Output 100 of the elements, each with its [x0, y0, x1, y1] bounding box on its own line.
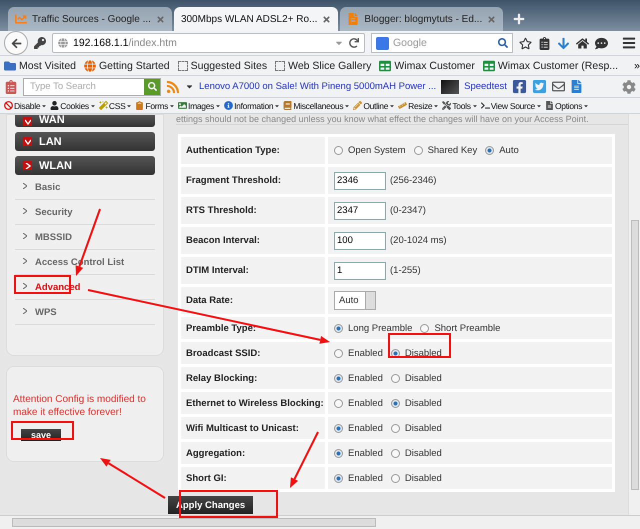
key-icon [34, 37, 46, 49]
clipboard-icon[interactable] [538, 36, 551, 50]
number-field[interactable]: 1 [334, 262, 386, 280]
mail-icon[interactable] [552, 80, 565, 93]
developer-menu[interactable]: View Source [480, 100, 542, 110]
caret-icon [169, 102, 176, 108]
ruler-icon [398, 101, 408, 110]
search-icon[interactable] [498, 38, 508, 48]
close-icon[interactable] [322, 14, 332, 24]
radio-option[interactable]: Enabled [334, 398, 383, 408]
news-ticker-link[interactable]: Lenovo A7000 on Sale! With Pineng 5000mAH Power ... [199, 81, 436, 92]
radio-option[interactable]: Auto [485, 145, 519, 156]
developer-menu[interactable]: Tools [442, 100, 478, 110]
chevron-icon [23, 208, 27, 216]
chevron-icon [23, 258, 27, 266]
vertical-scrollbar[interactable] [628, 114, 640, 515]
developer-menu[interactable]: Disable [4, 100, 48, 110]
setting-label: Wifi Multicast to Unicast: [181, 417, 325, 439]
horizontal-scrollbar[interactable] [0, 515, 640, 529]
submenu-item[interactable]: WPS [15, 300, 155, 325]
download-icon[interactable] [557, 36, 570, 50]
rate-dropdown[interactable]: Auto [334, 291, 376, 310]
close-icon[interactable] [487, 14, 496, 24]
intro-text: ettings should not be changed unless you know what effect the changes will have on your Access Point. [176, 114, 628, 125]
new-tab-icon[interactable] [513, 13, 526, 25]
reload-icon[interactable] [349, 38, 359, 48]
setting-label: Authentication Type: [181, 137, 325, 164]
close-icon[interactable] [156, 14, 165, 24]
menu-icon[interactable] [622, 36, 636, 50]
facebook-icon[interactable] [512, 79, 527, 94]
back-button[interactable] [4, 31, 28, 55]
developer-menu[interactable]: Cookies [50, 100, 96, 110]
address-field[interactable]: 192.168.1.1/index.htm [52, 33, 365, 53]
radio-option[interactable]: Disabled [390, 398, 442, 408]
setting-label: Aggregation: [181, 442, 325, 464]
browser-tab[interactable]: Blogger: blogmytuts - Ed... [340, 7, 504, 31]
twitter-icon[interactable] [532, 79, 547, 94]
bookmark-link[interactable]: Web Slice Gallery [275, 60, 372, 72]
radio-option[interactable]: Disabled [390, 448, 442, 458]
range-hint: (0-2347) [390, 205, 426, 216]
bookmark-link[interactable]: Most Visited [4, 60, 76, 72]
developer-menu[interactable]: Options [544, 100, 590, 110]
submenu-item[interactable]: MBSSID [15, 225, 155, 250]
menu-section[interactable]: LAN [15, 132, 155, 151]
radio-option[interactable]: Disabled [390, 472, 442, 484]
developer-menu[interactable]: Resize [398, 100, 440, 110]
tools-icon [442, 101, 452, 110]
radio-option[interactable]: Disabled [390, 348, 442, 358]
back-arrow-icon [10, 38, 22, 48]
chart-icon [15, 13, 27, 25]
submenu-item[interactable]: Security [15, 200, 155, 225]
caret-icon [433, 102, 440, 108]
home-icon[interactable] [576, 36, 589, 50]
submenu-item[interactable]: Basic [15, 175, 155, 200]
developer-menu[interactable]: Outline [353, 100, 396, 110]
radio-option[interactable]: Enabled [334, 422, 383, 434]
speedtest-link[interactable]: Speedtest [464, 81, 507, 92]
chat-icon[interactable] [595, 36, 608, 50]
search-engine-icon[interactable] [376, 36, 389, 50]
menu-section[interactable]: WAN [15, 115, 155, 127]
scroll-thumb[interactable] [631, 220, 639, 490]
rss-icon[interactable] [166, 80, 180, 94]
radio-option[interactable]: Enabled [334, 472, 383, 484]
browser-logo-icon [84, 60, 96, 72]
developer-menu[interactable]: Forms [135, 100, 176, 110]
developer-menu[interactable]: Miscellaneous [283, 100, 350, 110]
radio-option[interactable]: Enabled [334, 448, 383, 458]
number-field[interactable]: 2346 [334, 172, 386, 190]
more-bookmarks-button[interactable]: » [634, 60, 640, 72]
browser-tab[interactable]: 300Mbps WLAN ADSL2+ Ro... [174, 7, 338, 31]
developer-menu[interactable]: Information [224, 100, 280, 110]
radio-option[interactable]: Long Preamble [334, 322, 412, 334]
radio-option[interactable]: Disabled [390, 372, 442, 384]
radio-option[interactable]: Enabled [334, 372, 383, 384]
highlight-box [388, 333, 451, 358]
bookmark-link[interactable]: Getting Started [84, 60, 170, 72]
radio-option[interactable]: Open System [334, 145, 406, 156]
browser-tab[interactable]: Traffic Sources - Google ... [8, 7, 172, 31]
bookmark-link[interactable]: Wimax Customer [379, 60, 475, 72]
search-icon[interactable] [144, 78, 160, 94]
scroll-thumb[interactable] [12, 518, 376, 527]
number-field[interactable]: 100 [334, 232, 386, 250]
book-icon [283, 101, 292, 110]
radio-option[interactable]: Enabled [334, 348, 383, 358]
settings-icon[interactable] [622, 80, 636, 94]
radio-option[interactable]: Short Preamble [420, 322, 500, 334]
menu-section[interactable]: WLAN [15, 156, 155, 175]
terminal-icon [480, 101, 490, 110]
developer-menu[interactable]: Images [178, 100, 222, 110]
developer-menu[interactable]: CSS [98, 100, 132, 110]
radio-option[interactable]: Disabled [390, 422, 442, 434]
range-hint: (1-255) [390, 265, 421, 276]
number-field[interactable]: 2347 [334, 202, 386, 220]
radio-option[interactable]: Shared Key [414, 145, 478, 156]
star-icon[interactable] [519, 36, 532, 50]
folder-icon [4, 60, 16, 72]
document-icon[interactable] [570, 80, 583, 93]
bookmark-link[interactable]: Wimax Customer (Resp... [482, 60, 618, 72]
bookmark-link[interactable]: Suggested Sites [178, 60, 268, 72]
setting-label: Broadcast SSID: [181, 342, 325, 364]
